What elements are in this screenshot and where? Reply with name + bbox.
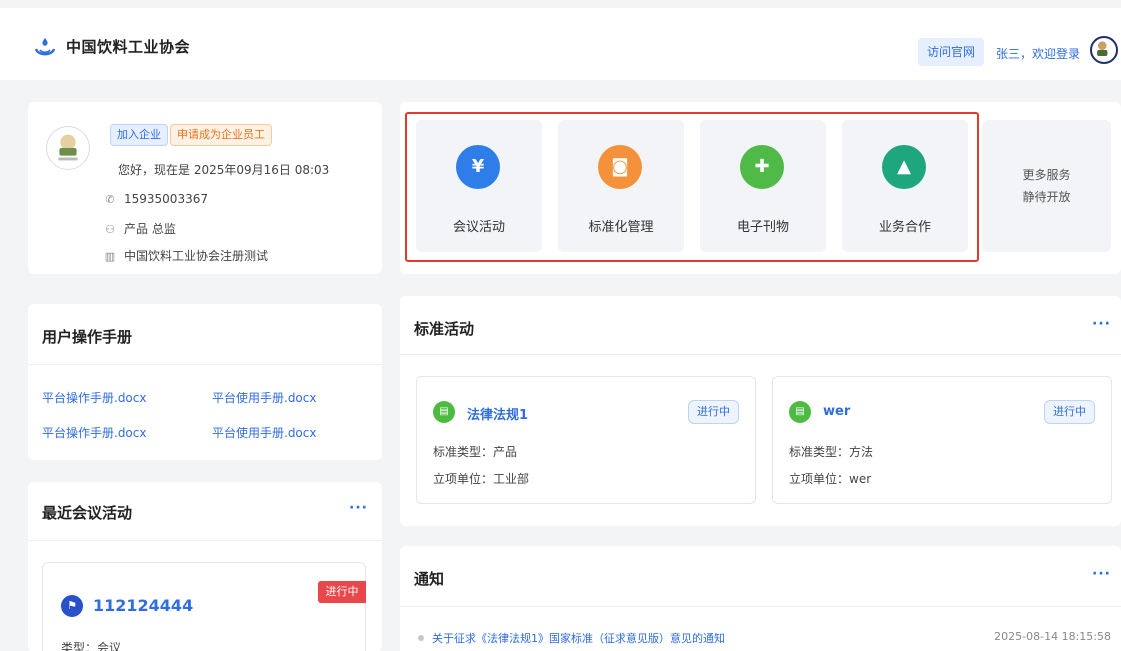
standard-status-badge: 进行中 [1044, 400, 1095, 424]
brand-name: 中国饮料工业协会 [66, 38, 191, 56]
standards-title: 标准活动 [414, 320, 475, 338]
company-emblem-icon [58, 134, 78, 161]
document-icon: ▤ [789, 401, 811, 423]
more-services-box: 更多服务 静待开放 [982, 120, 1111, 252]
phone-number: 15935003367 [124, 192, 208, 206]
greeting-text: 您好，现在是 2025年09月16日 08:03 [118, 163, 330, 177]
meetings-title: 最近会议活动 [42, 504, 133, 522]
divider [28, 364, 382, 365]
user-avatar[interactable] [1090, 36, 1118, 64]
standard-type: 标准类型：方法 [789, 445, 874, 459]
welcome-user-link[interactable]: 张三，欢迎登录 [996, 45, 1080, 62]
document-icon: ▤ [433, 401, 455, 423]
meeting-item[interactable]: ⚑ 112124444 进行中 类型：会议 [42, 562, 366, 651]
company-name: 中国饮料工业协会注册测试 [124, 249, 269, 263]
standard-activities-card: 标准活动 ··· ▤ 法律法规1 进行中 标准类型：产品 立项单位：工业部 ▤ … [400, 296, 1121, 526]
standard-name[interactable]: 法律法规1 [467, 404, 528, 423]
standards-more-button[interactable]: ··· [1092, 316, 1111, 332]
services-card: ¥ 会议活动 ◙ 标准化管理 ✚ 电子刊物 ▲ 业务合作 更多服务 静待开放 [400, 102, 1121, 274]
flag-icon: ⚑ [61, 595, 83, 617]
building-icon: ▥ [104, 250, 116, 263]
meetings-more-button[interactable]: ··· [349, 500, 368, 516]
standard-status-badge: 进行中 [688, 400, 739, 424]
standard-unit: 立项单位：wer [789, 472, 872, 486]
manual-doc-link[interactable]: 平台操作手册.docx [42, 389, 146, 406]
person-icon: ⚇ [105, 223, 115, 236]
profile-card: 加入企业 申请成为企业员工 您好，现在是 2025年09月16日 08:03 ✆… [28, 102, 382, 274]
standard-type: 标准类型：产品 [433, 445, 518, 459]
position-row: ⚇ 产品 总监 [102, 220, 176, 237]
manual-doc-link[interactable]: 平台使用手册.docx [212, 389, 316, 406]
standard-item[interactable]: ▤ 法律法规1 进行中 标准类型：产品 立项单位：工业部 [416, 376, 756, 504]
phone-icon: ✆ [105, 193, 115, 206]
manual-doc-link[interactable]: 平台操作手册.docx [42, 424, 146, 441]
notice-title: 通知 [414, 570, 445, 588]
manual-title: 用户操作手册 [42, 328, 133, 346]
notice-date: 2025-08-14 18:15:58 [994, 630, 1111, 643]
company-logo [46, 126, 90, 170]
manual-doc-link[interactable]: 平台使用手册.docx [212, 424, 316, 441]
company-row: ▥ 中国饮料工业协会注册测试 [102, 247, 268, 264]
position-text: 产品 总监 [124, 222, 176, 236]
apply-employee-tag[interactable]: 申请成为企业员工 [170, 124, 272, 146]
meeting-title[interactable]: 112124444 [93, 596, 193, 615]
highlight-box [405, 112, 979, 262]
divider [28, 540, 382, 541]
meeting-status-badge: 进行中 [318, 581, 366, 603]
standard-item[interactable]: ▤ wer 进行中 标准类型：方法 立项单位：wer [772, 376, 1112, 504]
visit-official-site-button[interactable]: 访问官网 [918, 38, 985, 66]
join-company-tag[interactable]: 加入企业 [110, 124, 168, 146]
notice-card: 通知 ··· 关于征求《法律法规1》国家标准（征求意见版）意见的通知 2025-… [400, 546, 1121, 651]
recent-meetings-card: 最近会议活动 ··· ⚑ 112124444 进行中 类型：会议 [28, 482, 382, 651]
more-services-line2: 静待开放 [1022, 190, 1071, 204]
top-header: 中国饮料工业协会 访问官网 张三，欢迎登录 [0, 8, 1121, 80]
user-manual-card: 用户操作手册 平台操作手册.docx 平台使用手册.docx 平台操作手册.do… [28, 304, 382, 460]
standard-unit: 立项单位：工业部 [433, 472, 530, 486]
standard-name[interactable]: wer [823, 404, 850, 419]
more-services-line1: 更多服务 [1022, 168, 1071, 182]
droplet-logo-icon [34, 38, 56, 56]
notice-more-button[interactable]: ··· [1092, 566, 1111, 582]
meeting-type: 类型：会议 [61, 641, 122, 651]
notice-link[interactable]: 关于征求《法律法规1》国家标准（征求意见版）意见的通知 [432, 630, 725, 646]
bullet-icon [418, 635, 424, 641]
phone-row: ✆ 15935003367 [102, 192, 208, 206]
avatar-figure-icon [1097, 41, 1108, 56]
divider [400, 606, 1121, 607]
divider [400, 354, 1121, 355]
